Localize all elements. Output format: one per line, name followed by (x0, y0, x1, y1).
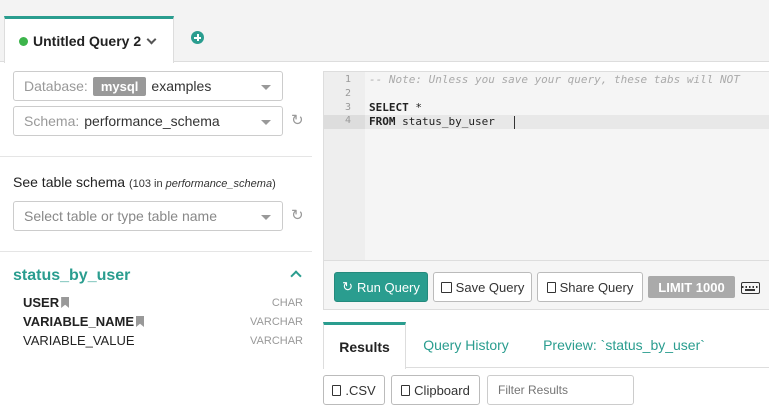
line-number: 4 (324, 115, 365, 129)
database-select[interactable]: Database: mysql examples (13, 71, 283, 101)
tab-label: Untitled Query 2 (33, 33, 142, 49)
line-number: 1 (344, 74, 351, 85)
table-select[interactable]: Select table or type table name (13, 201, 283, 231)
line-number: 3 (344, 102, 351, 113)
refresh-icon: ↻ (342, 279, 354, 294)
clipboard-button[interactable]: Clipboard (391, 375, 480, 405)
chevron-down-icon[interactable] (146, 34, 157, 44)
refresh-schema-icon[interactable]: ↻ (291, 113, 305, 128)
code-line-select: SELECT * (369, 101, 422, 114)
text-cursor (514, 116, 515, 129)
table-name-heading[interactable]: status_by_user (13, 267, 130, 285)
file-icon (332, 384, 342, 396)
caret-down-icon (261, 215, 271, 220)
column-row: VARIABLE_VALUE VARCHAR (23, 333, 303, 348)
tab-untitled-query-2[interactable]: Untitled Query 2 (4, 16, 174, 63)
schema-select[interactable]: Schema: performance_schema (13, 106, 283, 136)
limit-badge[interactable]: LIMIT 1000 (648, 276, 735, 298)
tab-query-history[interactable]: Query History (410, 322, 522, 368)
keyboard-icon[interactable] (741, 282, 760, 294)
bookmark-icon (136, 316, 144, 327)
database-label: Database: (24, 78, 88, 94)
code-line-comment: -- Note: Unless you save your query, the… (369, 73, 740, 86)
editor-gutter (324, 72, 365, 260)
see-table-schema-heading: See table schema (103 in performance_sch… (13, 174, 276, 190)
column-row: VARIABLE_NAME VARCHAR (23, 314, 303, 329)
caret-down-icon (261, 85, 271, 90)
divider (0, 251, 312, 252)
schema-label: Schema: (24, 113, 80, 129)
save-query-button[interactable]: Save Query (433, 272, 532, 302)
divider (0, 156, 312, 157)
caret-down-icon (261, 120, 271, 125)
share-query-button[interactable]: Share Query (537, 272, 643, 302)
filter-results-input[interactable] (487, 375, 634, 405)
sql-editor[interactable]: 1 2 3 4 -- Note: Unless you save your qu… (323, 71, 769, 261)
clipboard-icon (401, 384, 411, 396)
run-query-button[interactable]: ↻ Run Query (334, 272, 428, 302)
save-icon (440, 281, 452, 293)
add-tab-icon[interactable] (191, 31, 204, 44)
bookmark-icon (61, 297, 70, 308)
chevron-up-icon[interactable] (290, 270, 302, 282)
refresh-tables-icon[interactable]: ↻ (291, 208, 305, 223)
table-select-placeholder: Select table or type table name (24, 208, 218, 224)
tab-preview[interactable]: Preview: `status_by_user` (530, 322, 718, 368)
database-value: examples (151, 78, 212, 94)
column-row: USER CHAR (23, 295, 303, 310)
csv-button[interactable]: .CSV (323, 375, 385, 405)
schema-value: performance_schema (84, 113, 220, 129)
line-number: 2 (344, 88, 351, 99)
status-dot-icon (19, 36, 28, 46)
copy-icon (546, 281, 556, 293)
database-badge: mysql (92, 76, 147, 96)
code-line-from: FROM status_by_user (369, 115, 495, 128)
tab-results[interactable]: Results (323, 322, 406, 369)
